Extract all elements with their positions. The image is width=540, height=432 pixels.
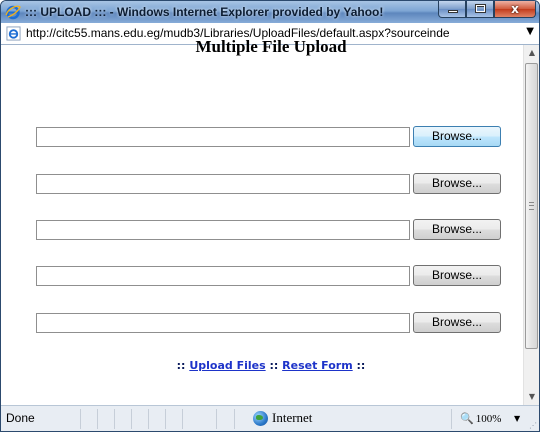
status-text: Done [6, 411, 35, 425]
status-divider [182, 409, 183, 429]
status-divider [114, 409, 115, 429]
page-title: Multiple File Upload [195, 37, 347, 56]
file-path-input[interactable] [36, 266, 410, 286]
zoom-control[interactable]: 🔍 100% [460, 412, 501, 425]
scroll-thumb[interactable] [525, 63, 538, 349]
file-path-input[interactable] [36, 174, 410, 194]
actions-suffix: :: [356, 359, 366, 372]
status-divider [165, 409, 166, 429]
title-bar[interactable]: ::: UPLOAD ::: - Windows Internet Explor… [1, 1, 539, 23]
file-path-input[interactable] [36, 127, 410, 147]
browse-button[interactable]: Browse... [413, 265, 501, 286]
file-upload-row: Browse... [36, 172, 511, 194]
resize-grip-icon[interactable]: ⋰ [529, 421, 537, 430]
vertical-scrollbar[interactable]: ▲ ▼ [523, 45, 539, 405]
browse-button[interactable]: Browse... [413, 219, 501, 240]
scroll-up-arrow[interactable]: ▲ [524, 45, 539, 61]
browse-button[interactable]: Browse... [413, 312, 501, 333]
minimize-button[interactable] [438, 1, 466, 18]
zoom-icon: 🔍 [460, 412, 474, 425]
zoom-dropdown-icon[interactable]: ▼ [514, 414, 520, 423]
status-divider [148, 409, 149, 429]
chevron-down-icon[interactable]: ▼ [526, 26, 534, 37]
file-upload-row: Browse... [36, 311, 511, 333]
file-upload-row: Browse... [36, 218, 511, 240]
zoom-level: 100% [475, 412, 502, 425]
form-actions: :: Upload Files :: Reset Form :: [1, 359, 539, 372]
ie-icon [5, 5, 21, 20]
close-button[interactable]: x [494, 1, 536, 18]
security-zone[interactable]: Internet [253, 410, 312, 426]
globe-icon [253, 410, 268, 426]
close-icon: x [511, 2, 519, 16]
reset-form-link[interactable]: Reset Form [282, 359, 353, 372]
maximize-button[interactable] [466, 1, 494, 18]
zone-label: Internet [272, 410, 313, 425]
status-divider [97, 409, 98, 429]
window-title: ::: UPLOAD ::: - Windows Internet Explor… [25, 5, 384, 19]
status-divider [131, 409, 132, 429]
upload-files-link[interactable]: Upload Files [189, 359, 265, 372]
status-divider [234, 409, 235, 429]
file-upload-row: Browse... [36, 125, 511, 147]
file-upload-row: Browse... [36, 264, 511, 286]
window-controls: x [438, 1, 536, 19]
file-path-input[interactable] [36, 313, 410, 333]
file-path-input[interactable] [36, 220, 410, 240]
actions-prefix: :: [176, 359, 186, 372]
browse-button[interactable]: Browse... [413, 126, 501, 147]
scroll-down-arrow[interactable]: ▼ [524, 389, 539, 405]
browser-window: ::: UPLOAD ::: - Windows Internet Explor… [0, 0, 540, 432]
status-divider [216, 409, 217, 429]
status-divider [80, 409, 81, 429]
actions-separator: :: [269, 359, 279, 372]
browse-button[interactable]: Browse... [413, 173, 501, 194]
status-bar: Done Internet 🔍 100% ▼ ⋰ [1, 405, 539, 431]
status-divider [451, 409, 452, 429]
grip-icon [529, 202, 534, 210]
